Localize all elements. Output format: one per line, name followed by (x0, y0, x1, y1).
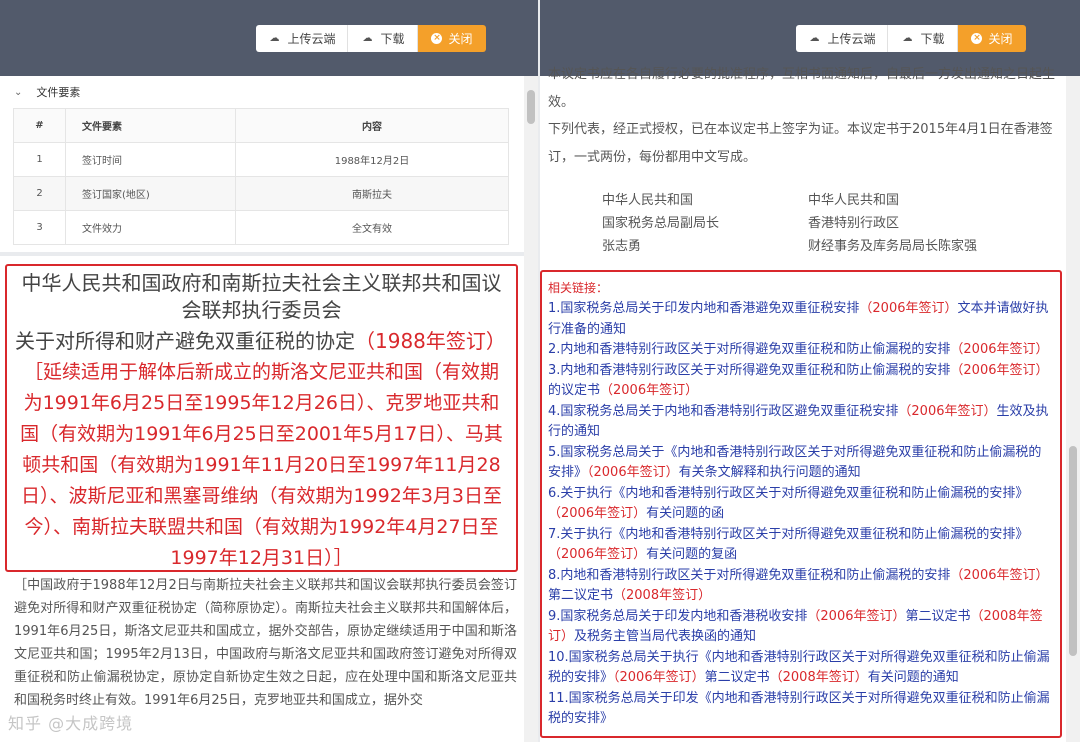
related-link-8[interactable]: 8.内地和香港特别行政区关于对所得避免双重征税和防止偷漏税的安排（2006年签订… (548, 566, 1054, 607)
applicability-note: ［延续适用于解体后新成立的斯洛文尼亚共和国（有效期为1991年6月25日至199… (20, 361, 503, 569)
file-elements-table: # 文件要素 内容 1 签订时间 1988年12月2日 2 签订国家(地区) 南… (13, 108, 509, 245)
related-link-4[interactable]: 4.国家税务总局关于内地和香港特别行政区避免双重征税安排（2006年签订）生效及… (548, 402, 1054, 443)
right-close-button[interactable]: × 关闭 (958, 25, 1026, 52)
related-links-title: 相关链接： (548, 281, 609, 295)
cloud-upload-icon: ☁ (269, 33, 280, 44)
section-title: 文件要素 (36, 86, 81, 99)
table-cell: 1988年12月2日 (235, 142, 509, 177)
chevron-down-icon: ⌄ (14, 86, 23, 98)
left-toolbar: ☁ 上传云端 ☁ 下载 × 关闭 (256, 25, 486, 52)
witness-clause: 下列代表，经正式授权，已在本议定书上签字为证。本议定书于2015年4月1日在香港… (548, 122, 1053, 165)
left-close-button[interactable]: × 关闭 (418, 25, 486, 52)
right-scroll-thumb[interactable] (1069, 446, 1077, 656)
left-download-button[interactable]: ☁ 下载 (348, 25, 418, 52)
related-link-6[interactable]: 6.关于执行《内地和香港特别行政区关于对所得避免双重征税和防止偷漏税的安排》（2… (548, 484, 1054, 525)
related-link-11[interactable]: 11.国家税务总局关于印发《内地和香港特别行政区关于对所得避免双重征税和防止偷漏… (548, 689, 1054, 730)
agreement-preamble: ［中国政府于1988年12月2日与南斯拉夫社会主义联邦共和国议会联邦执行委员会签… (14, 578, 517, 708)
left-upload-button[interactable]: ☁ 上传云端 (256, 25, 348, 52)
right-download-button[interactable]: ☁ 下载 (888, 25, 958, 52)
cloud-upload-icon: ☁ (809, 33, 820, 44)
file-elements-section-toggle[interactable]: ⌄ 文件要素 (14, 84, 80, 100)
right-toolbar: ☁ 上传云端 ☁ 下载 × 关闭 (796, 25, 1026, 52)
related-link-10[interactable]: 10.国家税务总局关于执行《内地和香港特别行政区关于对所得避免双重征税和防止偷漏… (548, 648, 1054, 689)
table-row: 1 签订时间 1988年12月2日 (13, 142, 509, 177)
table-cell: 全文有效 (235, 210, 509, 245)
related-link-2[interactable]: 2.内地和香港特别行政区关于对所得避免双重征税和防止偷漏税的安排（2006年签订… (548, 340, 1054, 361)
table-cell: 签订时间 (65, 142, 236, 177)
related-link-1[interactable]: 1.国家税务总局关于印发内地和香港避免双重征税安排（2006年签订）文本并请做好… (548, 299, 1054, 340)
signatory-mainland: 中华人民共和国 国家税务总局副局长 张志勇 (602, 193, 720, 254)
right-upload-button[interactable]: ☁ 上传云端 (796, 25, 888, 52)
table-cell: 签订国家(地区) (65, 176, 236, 211)
left-document-pane: ☁ 上传云端 ☁ 下载 × 关闭 ⌄ 文件要素 # 文件要素 内容 1 签订时间 19… (0, 0, 538, 742)
table-cell: 文件效力 (65, 210, 236, 245)
watermark: 知乎 @大成跨境 (8, 714, 134, 733)
signatory-hongkong: 中华人民共和国 香港特别行政区 财经事务及库务局局长陈家强 (808, 193, 978, 254)
related-links-box: 相关链接： 1.国家税务总局关于印发内地和香港避免双重征税安排（2006年签订）… (540, 270, 1062, 738)
agreement-subtitle: 关于对所得和财产避免双重征税的协定（1988年签订） (15, 329, 506, 353)
agreement-title: 中华人民共和国政府和南斯拉夫社会主义联邦共和国议会联邦执行委员会 (21, 271, 502, 322)
left-scrollbar[interactable] (524, 76, 538, 742)
table-row: 2 签订国家(地区) 南斯拉夫 (13, 176, 509, 211)
column-header: 文件要素 (65, 108, 236, 143)
signing-year: （1988年签订） (355, 329, 506, 353)
table-cell: 南斯拉夫 (235, 176, 509, 211)
column-header: 内容 (235, 108, 509, 143)
related-link-5[interactable]: 5.国家税务总局关于《内地和香港特别行政区关于对所得避免双重征税和防止偷漏税的安… (548, 443, 1054, 484)
cloud-download-icon: ☁ (902, 33, 913, 44)
agreement-title-box: 中华人民共和国政府和南斯拉夫社会主义联邦共和国议会联邦执行委员会 关于对所得和财… (5, 264, 518, 572)
close-icon: × (431, 33, 443, 44)
left-scroll-thumb[interactable] (527, 90, 535, 124)
close-icon: × (971, 33, 983, 44)
table-header-row: # 文件要素 内容 (13, 108, 509, 143)
related-link-9[interactable]: 9.国家税务总局关于印发内地和香港税收安排（2006年签订）第二议定书（2008… (548, 607, 1054, 648)
right-scrollbar[interactable] (1066, 76, 1080, 742)
divider (0, 252, 524, 256)
related-link-7[interactable]: 7.关于执行《内地和香港特别行政区关于对所得避免双重征税和防止偷漏税的安排》（2… (548, 525, 1054, 566)
related-links-list: 1.国家税务总局关于印发内地和香港避免双重征税安排（2006年签订）文本并请做好… (548, 299, 1054, 730)
table-cell: 2 (13, 176, 66, 211)
effective-clause: 本议定书应在各自履行必要的批准程序，互相书面通知后，自最后一方发出通知之日起生效… (548, 67, 1056, 110)
left-topbar: ☁ 上传云端 ☁ 下载 × 关闭 (0, 0, 538, 76)
table-cell: 3 (13, 210, 66, 245)
cloud-download-icon: ☁ (362, 33, 373, 44)
related-link-3[interactable]: 3.内地和香港特别行政区关于对所得避免双重征税和防止偷漏税的安排（2006年签订… (548, 361, 1054, 402)
table-cell: 1 (13, 142, 66, 177)
column-header: # (13, 108, 66, 143)
table-row: 3 文件效力 全文有效 (13, 210, 509, 245)
